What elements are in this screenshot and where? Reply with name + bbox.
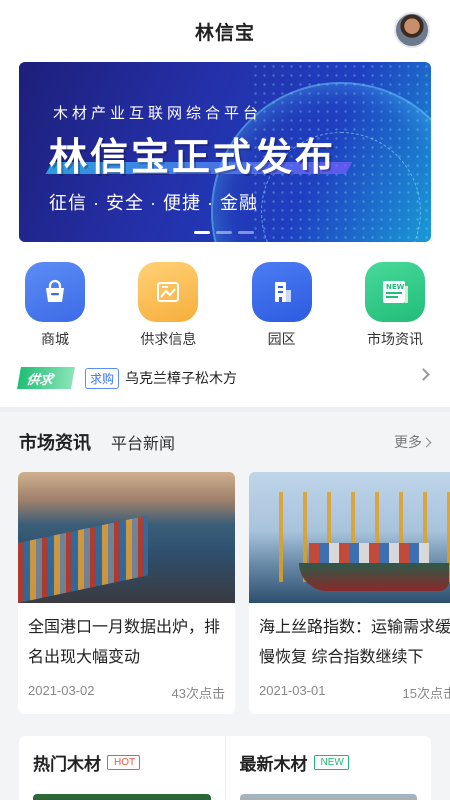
supply-ticker[interactable]: 供求 求购 乌克兰樟子松木方 [0,349,450,407]
new-wood-header: 最新木材 NEW [240,750,418,775]
article-card[interactable]: 海上丝路指数：运输需求缓慢恢复 综合指数继续下 2021-03-01 15次点击 [249,472,450,714]
article-card[interactable]: 全国港口一月数据出炉，排名出现大幅变动 2021-03-02 43次点击 [18,472,235,714]
news-icon: NEW [364,262,425,322]
banner-tags: 征信 · 安全 · 便捷 · 金融 [49,193,258,213]
quick-link-news[interactable]: NEW 市场资讯 [359,262,431,349]
app-header: 林信宝 [0,0,450,62]
promo-banner[interactable]: 木材产业互联网综合平台 林信宝正式发布 征信 · 安全 · 便捷 · 金融 [19,62,431,242]
wood-sections: 热门木材 HOT 最新木材 NEW [19,736,431,800]
article-clicks: 43次点击 [171,686,225,701]
hot-wood-image [33,794,211,800]
chevron-right-icon[interactable] [421,437,432,448]
hot-wood-header: 热门木材 HOT [33,750,211,775]
tab-platform-news[interactable]: 平台新闻 [111,430,175,454]
quick-link-label: 商城 [41,331,69,347]
ticker-badge: 求购 [85,367,120,389]
article-clicks: 15次点击 [402,686,450,701]
article-title: 全国港口一月数据出炉，排名出现大幅变动 [28,619,221,666]
banner-pager [194,231,254,234]
banner-subtitle: 木材产业互联网综合平台 [53,105,263,122]
hot-wood-card[interactable]: 热门木材 HOT [19,736,225,800]
article-title: 海上丝路指数：运输需求缓慢恢复 综合指数继续下 [259,619,450,666]
quick-link-park[interactable]: 园区 [246,262,318,349]
quick-links: 商城 供求信息 园区 NEW 市场资讯 [0,242,450,349]
pager-dot[interactable] [238,231,254,234]
article-meta: 2021-03-02 43次点击 [28,683,225,702]
hot-badge: HOT [107,755,141,770]
ticker-text: 乌克兰樟子松木方 [125,370,238,386]
building-icon [251,262,312,322]
article-date: 2021-03-02 [28,683,95,698]
chart-image-icon [138,262,199,322]
ticker-tag: 供求 [17,367,75,389]
pager-dot[interactable] [194,231,210,234]
new-wood-card[interactable]: 最新木材 NEW [224,736,432,800]
shopping-bag-icon [25,262,85,322]
quick-link-label: 园区 [267,331,296,347]
article-list: 全国港口一月数据出炉，排名出现大幅变动 2021-03-02 43次点击 海上丝… [0,472,450,714]
image-detail [309,543,429,563]
more-link[interactable]: 更多 [394,432,422,452]
svg-text:NEW: NEW [386,283,405,291]
market-section-header: 市场资讯 平台新闻 更多 [0,412,450,472]
hot-wood-title: 热门木材 [33,755,101,774]
new-wood-title: 最新木材 [239,755,308,774]
quick-link-label: 市场资讯 [366,331,423,347]
page-title: 林信宝 [194,22,255,44]
article-date: 2021-03-01 [259,683,326,698]
avatar[interactable] [394,12,430,48]
image-detail [18,515,148,603]
image-detail [299,563,449,591]
chevron-right-icon[interactable] [417,368,430,381]
new-wood-image [239,794,417,800]
quick-link-label: 供求信息 [140,331,197,347]
quick-link-mall[interactable]: 商城 [19,262,91,349]
article-image [18,472,235,603]
banner-headline: 林信宝正式发布 [49,137,337,179]
article-image [249,472,450,603]
new-badge: NEW [313,755,349,770]
article-meta: 2021-03-01 15次点击 [259,683,450,702]
pager-dot[interactable] [216,231,232,234]
tab-market-info[interactable]: 市场资讯 [19,429,91,455]
quick-link-supply[interactable]: 供求信息 [132,262,204,349]
top-section: 林信宝 木材产业互联网综合平台 林信宝正式发布 征信 · 安全 · 便捷 · 金… [0,0,450,407]
